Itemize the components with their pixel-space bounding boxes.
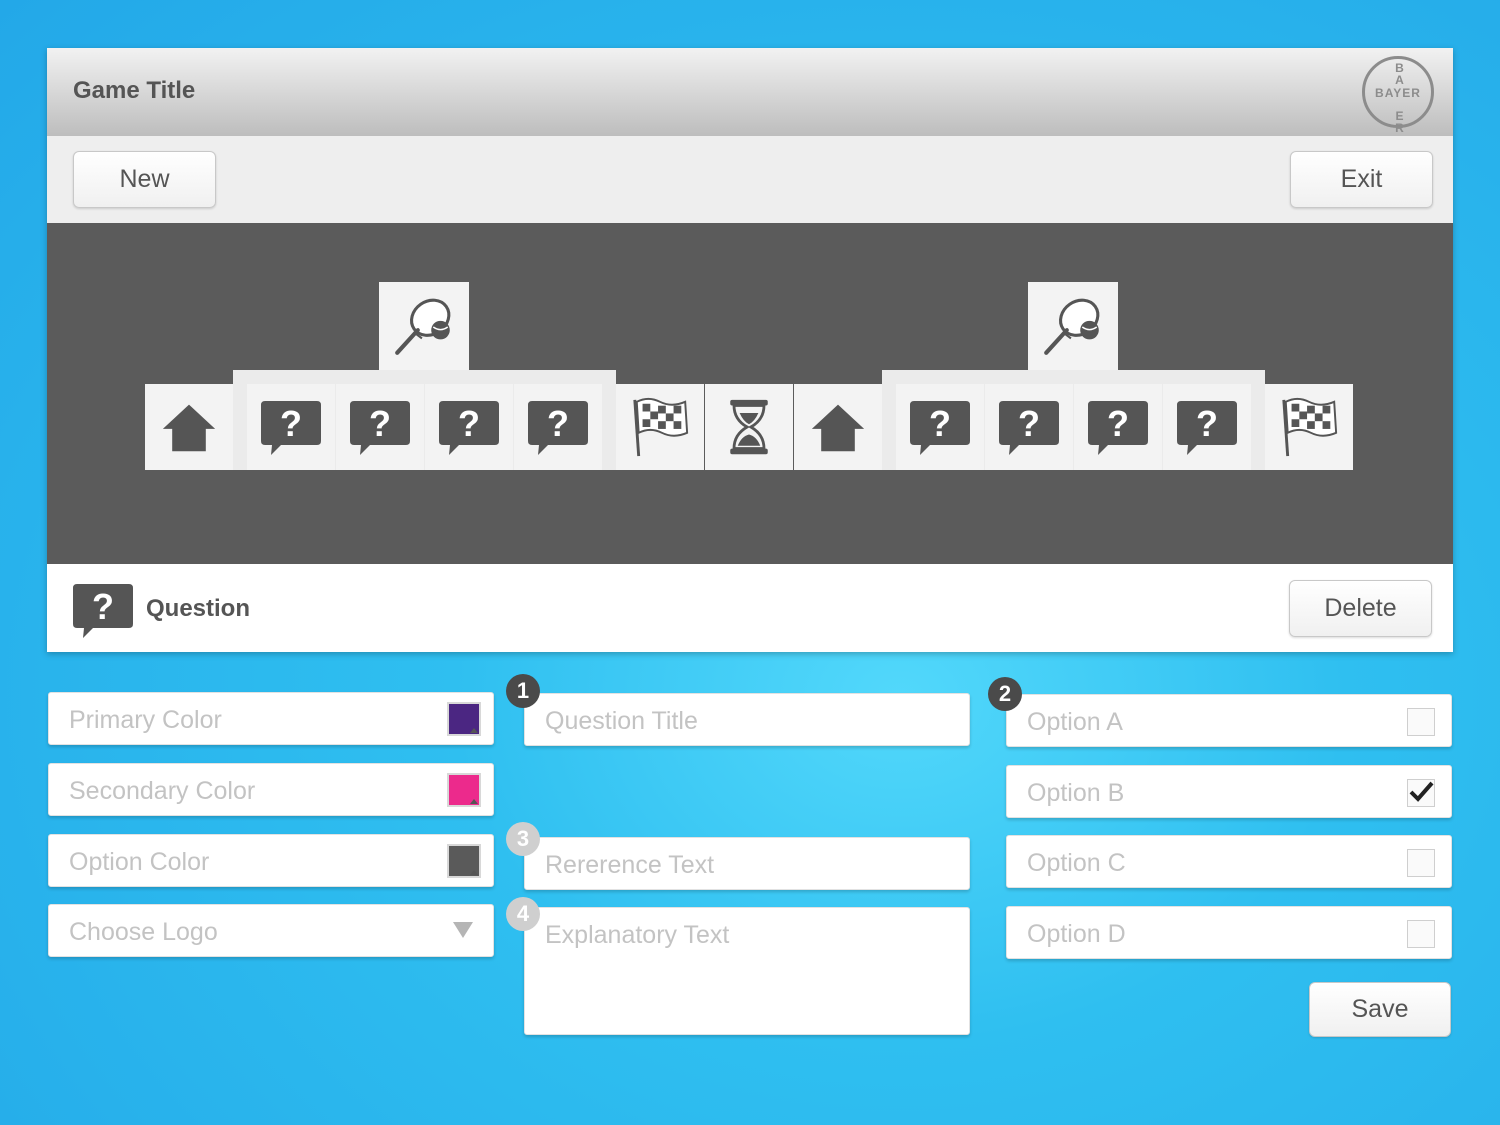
question-icon xyxy=(348,395,412,459)
option-b-label: Option B xyxy=(1027,779,1125,807)
tennis-racket-icon xyxy=(391,293,457,359)
question-icon xyxy=(71,578,135,642)
step-1-badge: 1 xyxy=(506,674,540,708)
step-2-badge: 2 xyxy=(988,677,1022,711)
title-bar: Game Title BAYER BAER xyxy=(47,48,1453,136)
board-tile-home[interactable] xyxy=(145,384,233,470)
selection-bar: Question Delete xyxy=(47,564,1453,652)
option-a-label: Option A xyxy=(1027,708,1123,736)
board-tile-home[interactable] xyxy=(794,384,882,470)
board-tile-question[interactable] xyxy=(514,384,602,470)
option-color-field[interactable]: Option Color xyxy=(48,834,494,887)
question-icon xyxy=(908,395,972,459)
selected-tile-label: Question xyxy=(146,595,251,622)
secondary-color-field[interactable]: Secondary Color xyxy=(48,763,494,816)
primary-color-placeholder: Primary Color xyxy=(69,706,222,734)
reference-text-placeholder: Rererence Text xyxy=(545,851,715,879)
game-board xyxy=(47,223,1453,564)
secondary-color-swatch[interactable] xyxy=(447,773,481,807)
save-button[interactable]: Save xyxy=(1309,982,1451,1037)
option-a-checkbox[interactable] xyxy=(1407,708,1435,736)
question-icon xyxy=(437,395,501,459)
option-d-field[interactable]: Option D xyxy=(1006,906,1452,959)
board-tile-question[interactable] xyxy=(336,384,424,470)
question-title-input[interactable]: Question Title xyxy=(524,693,970,746)
exit-button[interactable]: Exit xyxy=(1290,151,1433,208)
choose-logo-placeholder: Choose Logo xyxy=(69,918,218,946)
board-tile-bonus[interactable] xyxy=(1028,282,1118,370)
board-tile-question[interactable] xyxy=(425,384,513,470)
question-icon xyxy=(1086,395,1150,459)
checkered-flag-icon xyxy=(629,396,691,458)
option-c-checkbox[interactable] xyxy=(1407,849,1435,877)
logo-text-vertical: BAER xyxy=(1395,61,1405,135)
option-d-checkbox[interactable] xyxy=(1407,920,1435,948)
board-tile-question[interactable] xyxy=(896,384,984,470)
secondary-color-placeholder: Secondary Color xyxy=(69,777,256,805)
question-title-placeholder: Question Title xyxy=(545,707,698,735)
option-color-placeholder: Option Color xyxy=(69,848,210,876)
checkmark-icon xyxy=(1409,781,1434,802)
primary-color-field[interactable]: Primary Color xyxy=(48,692,494,745)
option-a-field[interactable]: Option A xyxy=(1006,694,1452,747)
explanatory-text-area[interactable]: Explanatory Text xyxy=(524,907,970,1035)
question-icon xyxy=(259,395,323,459)
question-icon xyxy=(1175,395,1239,459)
board-tile-question[interactable] xyxy=(247,384,335,470)
option-b-field[interactable]: Option B xyxy=(1006,765,1452,818)
board-tile-timer[interactable] xyxy=(705,384,793,470)
bayer-logo: BAYER BAER xyxy=(1362,56,1434,134)
step-4-badge: 4 xyxy=(506,897,540,931)
board-tile-finish[interactable] xyxy=(616,384,704,470)
option-c-label: Option C xyxy=(1027,849,1126,877)
home-icon xyxy=(161,399,217,455)
home-icon xyxy=(810,399,866,455)
new-button[interactable]: New xyxy=(73,151,216,208)
game-editor-panel: Game Title BAYER BAER New Exit Question … xyxy=(47,48,1453,652)
hourglass-icon xyxy=(719,397,779,457)
option-color-swatch[interactable] xyxy=(447,844,481,878)
option-b-checkbox[interactable] xyxy=(1407,779,1435,807)
board-tile-finish[interactable] xyxy=(1265,384,1353,470)
tennis-racket-icon xyxy=(1040,293,1106,359)
explanatory-text-placeholder: Explanatory Text xyxy=(545,921,730,949)
step-3-badge: 3 xyxy=(506,822,540,856)
game-title: Game Title xyxy=(73,77,196,104)
board-tile-question[interactable] xyxy=(985,384,1073,470)
board-tile-bonus[interactable] xyxy=(379,282,469,370)
reference-text-input[interactable]: Rererence Text xyxy=(524,837,970,890)
question-icon xyxy=(526,395,590,459)
choose-logo-select[interactable]: Choose Logo xyxy=(48,904,494,957)
checkered-flag-icon xyxy=(1278,396,1340,458)
board-tile-question[interactable] xyxy=(1074,384,1162,470)
primary-color-swatch[interactable] xyxy=(447,702,481,736)
delete-button[interactable]: Delete xyxy=(1289,580,1432,637)
toolbar: New Exit xyxy=(47,136,1453,223)
board-tile-question[interactable] xyxy=(1163,384,1251,470)
dropdown-arrow-icon xyxy=(453,922,473,938)
option-c-field[interactable]: Option C xyxy=(1006,835,1452,888)
option-d-label: Option D xyxy=(1027,920,1126,948)
question-icon xyxy=(997,395,1061,459)
